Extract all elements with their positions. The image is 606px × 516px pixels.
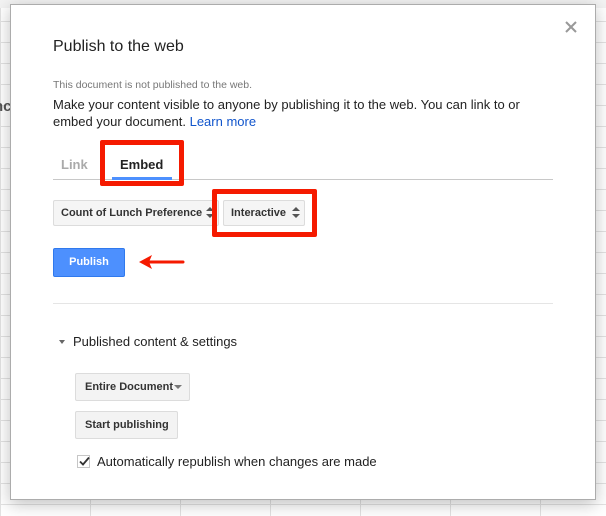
triangle-down-icon — [59, 339, 65, 344]
auto-republish-checkbox[interactable] — [77, 455, 90, 468]
dialog-description: Make your content visible to anyone by p… — [53, 96, 533, 130]
scope-dropdown[interactable]: Entire Document — [75, 373, 190, 401]
description-text: Make your content visible to anyone by p… — [53, 97, 520, 129]
publish-dialog: Publish to the web This document is not … — [10, 4, 596, 500]
red-arrow-annotation — [139, 255, 185, 269]
chevron-down-icon — [174, 385, 182, 389]
interactive-select-highlight — [212, 189, 317, 237]
chart-select-value: Count of Lunch Preference — [61, 207, 203, 219]
start-publishing-button[interactable]: Start publishing — [75, 411, 178, 439]
dialog-title: Publish to the web — [53, 38, 184, 55]
scope-dropdown-value: Entire Document — [85, 381, 174, 393]
auto-republish-row: Automatically republish when changes are… — [77, 454, 377, 469]
chart-select[interactable]: Count of Lunch Preference — [53, 200, 219, 226]
published-settings-toggle[interactable]: Published content & settings — [59, 334, 237, 349]
auto-republish-label: Automatically republish when changes are… — [97, 454, 377, 469]
section-divider — [53, 303, 553, 304]
publish-button[interactable]: Publish — [53, 248, 125, 277]
not-published-note: This document is not published to the we… — [53, 79, 253, 91]
close-button[interactable] — [561, 17, 581, 37]
close-icon — [565, 21, 577, 33]
check-icon — [79, 456, 90, 466]
embed-tab-highlight — [100, 140, 184, 186]
learn-more-link[interactable]: Learn more — [190, 114, 256, 129]
tab-link[interactable]: Link — [61, 157, 88, 172]
published-settings-label: Published content & settings — [73, 334, 238, 349]
